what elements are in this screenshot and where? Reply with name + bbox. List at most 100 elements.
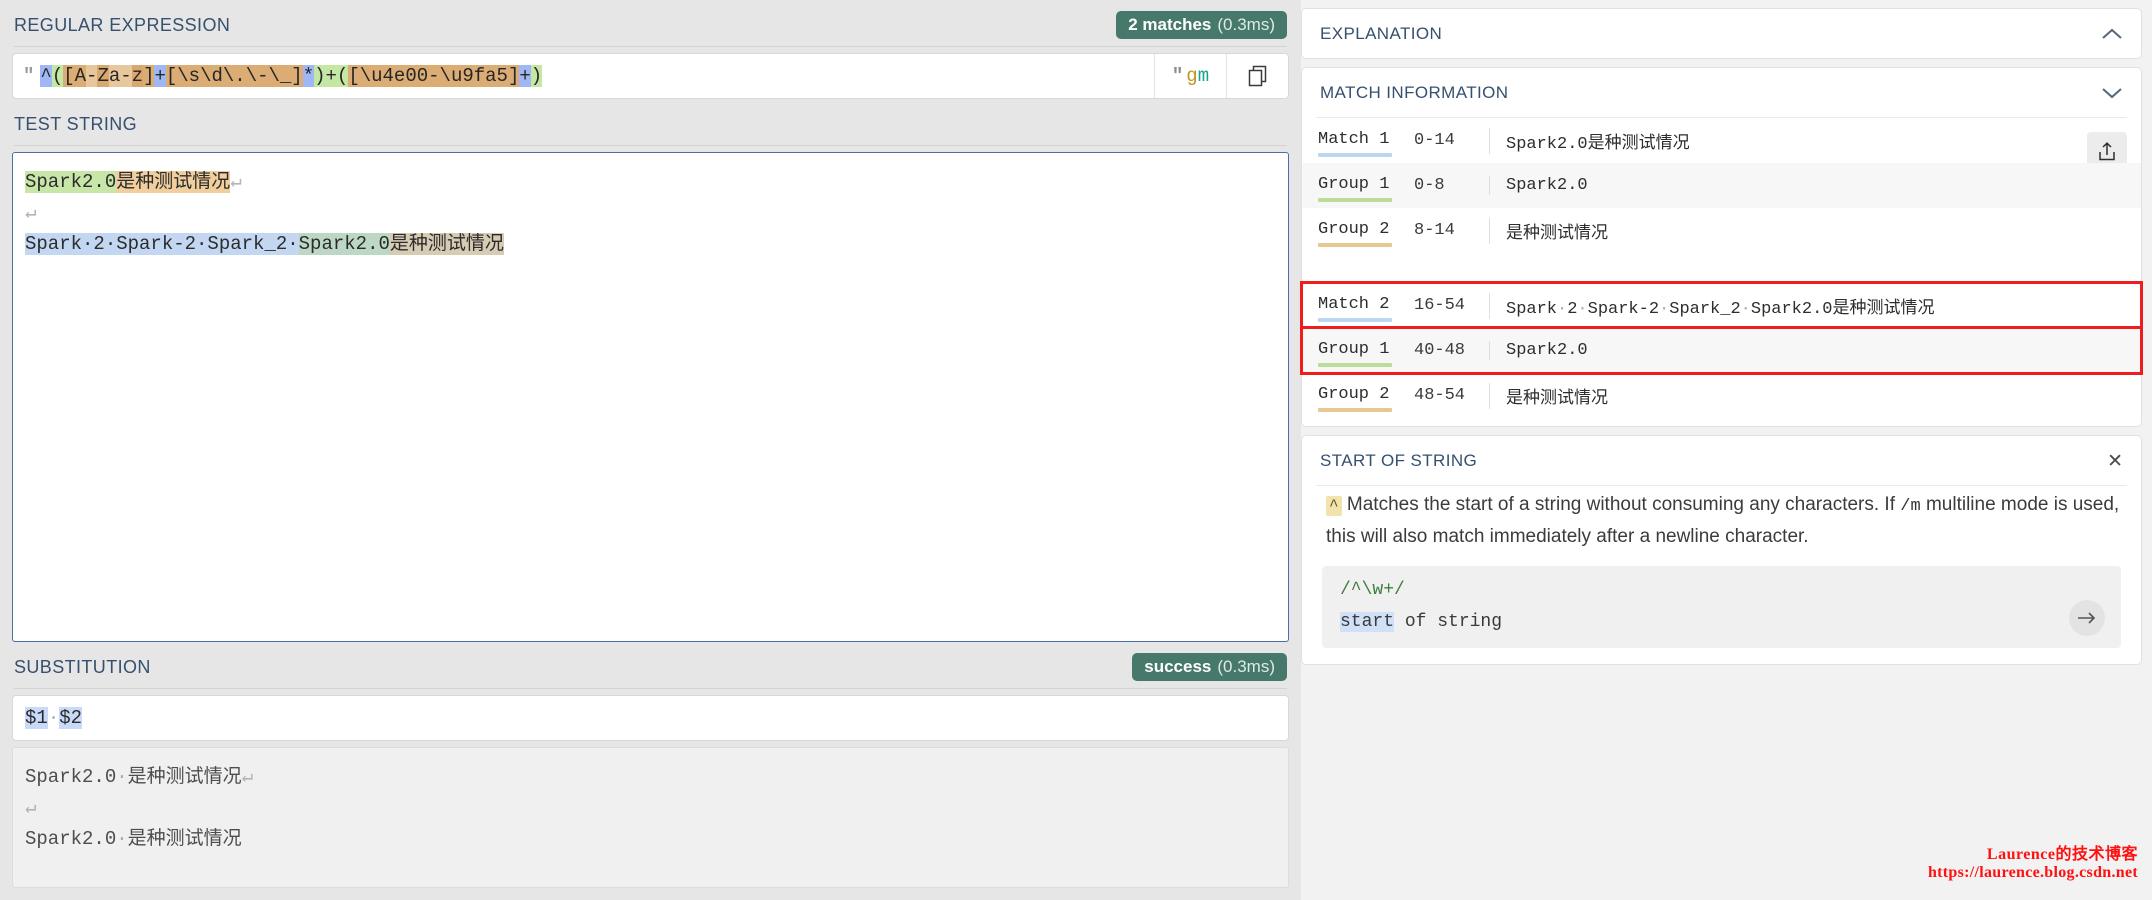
test-line3-group1: Spark2.0 (298, 233, 390, 255)
match-row-value: 是种测试情况 (1489, 382, 2125, 409)
substitution-output-content: Spark2.0·是种测试情况↵ ↵ Spark2.0·是种测试情况 (25, 762, 1276, 855)
sub-out-line1: Spark2.0 (25, 766, 117, 788)
example-output: start of string (1340, 612, 2103, 632)
test-line1-group1: Spark2.0 (25, 171, 117, 193)
explanation-header[interactable]: EXPLANATION (1302, 9, 2141, 58)
test-section-header: TEST STRING (0, 99, 1301, 145)
match-row[interactable]: Match 2 16-54 Spark·2·Spark-2·Spark_2·Spar… (1300, 281, 2143, 330)
sub-out-line1-sep: · (116, 766, 128, 788)
substitution-separator: · (47, 706, 60, 729)
flag-global[interactable]: g (1186, 65, 1197, 87)
match-row-value: Spark2.0 (1489, 176, 2125, 195)
substitution-token-1: $1 (25, 706, 48, 729)
test-string-content[interactable]: Spark2.0是种测试情况↵ ↵ Spark·2·Spark-2·Spark_… (25, 167, 1276, 260)
example-output-rest: of string (1394, 612, 1503, 632)
match-row[interactable]: Group 2 8-14 是种测试情况 (1302, 208, 2141, 253)
sub-out-line1-cjk: 是种测试情况 (127, 766, 242, 788)
watermark-line-2: https://laurence.blog.csdn.net (1927, 864, 2138, 881)
start-of-string-body: ^ Matches the start of a string without … (1302, 486, 2141, 664)
start-of-string-title: START OF STRING (1320, 451, 1478, 470)
test-section-title: TEST STRING (14, 113, 138, 134)
sub-out-line3: Spark2.0 (25, 828, 117, 850)
match-row[interactable]: Group 1 40-48 Spark2.0 (1300, 326, 2143, 375)
desc-code: /m (1900, 497, 1921, 516)
match-row-label: Group 2 (1318, 220, 1414, 247)
desc-part-1: Matches the start of a string without co… (1346, 494, 1901, 515)
substitution-token-2: $2 (59, 706, 83, 729)
right-panel: EXPLANATION MATCH INFORMATION Match 1 0-1… (1300, 0, 2152, 900)
match-row-range: 0-14 (1414, 131, 1455, 150)
match-information-title: MATCH INFORMATION (1320, 83, 1509, 102)
test-line1-pilcrow: ↵ (230, 171, 242, 193)
regex-section-title: REGULAR EXPRESSION (14, 14, 231, 35)
match-row-value: Spark·2·Spark-2·Spark_2·Spark2.0是种测试情况 (1489, 292, 2125, 319)
chevron-down-icon[interactable] (2101, 86, 2123, 100)
substitution-status: success (1144, 657, 1212, 676)
match-row-range: 0-8 (1414, 176, 1445, 195)
chevron-up-icon[interactable] (2101, 27, 2123, 41)
regex-pattern[interactable]: ^([A-Za-z]+[\s\d\.\-\_]*)+([\u4e00-\u9fa… (40, 65, 543, 87)
substitution-output: Spark2.0·是种测试情况↵ ↵ Spark2.0·是种测试情况 (12, 747, 1289, 888)
example-output-match: start (1340, 612, 1395, 632)
flag-multiline[interactable]: m (1198, 65, 1209, 87)
example-regex: /^\w+/ (1340, 580, 1405, 600)
match-row-label: Match 2 (1318, 295, 1414, 322)
regex-divider (14, 46, 1287, 47)
substitution-section-title: SUBSTITUTION (14, 656, 151, 677)
match-row-label: Group 2 (1318, 385, 1414, 412)
match-row-label: Match 1 (1318, 130, 1414, 157)
match-row-value: Spark2.0是种测试情况 (1489, 127, 2125, 154)
match-row-label: Group 1 (1318, 340, 1414, 367)
match-group-gap (1302, 253, 2141, 283)
match-row-range: 8-14 (1414, 221, 1455, 240)
substitution-pattern[interactable]: $1·$2 (25, 703, 83, 734)
explanation-card[interactable]: EXPLANATION (1301, 8, 2142, 59)
match-row-value: Spark2.0 (1489, 341, 2125, 360)
regex-open-quote: " (23, 65, 34, 87)
substitution-section-header: SUBSTITUTION success (0.3ms) (0, 642, 1301, 688)
left-panel: REGULAR EXPRESSION 2 matches (0.3ms) " ^… (0, 0, 1301, 900)
match-row-range: 16-54 (1414, 296, 1466, 315)
sub-out-line2-pilcrow: ↵ (25, 797, 37, 819)
match-row[interactable]: Match 1 0-14 Spark2.0是种测试情况 (1302, 118, 2141, 163)
test-line1-group2: 是种测试情况 (116, 171, 231, 193)
substitution-status-badge: success (0.3ms) (1132, 653, 1287, 681)
regex-section-header: REGULAR EXPRESSION 2 matches (0.3ms) (0, 0, 1301, 46)
test-string-input[interactable]: Spark2.0是种测试情况↵ ↵ Spark·2·Spark-2·Spark_… (12, 152, 1289, 642)
match-information-header[interactable]: MATCH INFORMATION (1302, 68, 2141, 117)
matches-count: 2 matches (1128, 15, 1212, 34)
watermark-line-1: Laurence的技术博客 (1986, 846, 2138, 863)
test-divider (14, 145, 1287, 146)
match-row-value: 是种测试情况 (1489, 217, 2125, 244)
match-information-card: MATCH INFORMATION Match 1 0-14 Spark2.0是种测… (1300, 67, 2143, 427)
match-rows: Match 1 0-14 Spark2.0是种测试情况 Group 1 0-8 Spark… (1300, 118, 2143, 418)
start-of-string-example: /^\w+/ start of string (1322, 566, 2121, 648)
match-row-label: Group 1 (1318, 175, 1414, 202)
copy-icon[interactable] (1226, 54, 1288, 98)
regex-flags[interactable]: " g m (1154, 54, 1226, 98)
substitution-input[interactable]: $1·$2 (12, 695, 1289, 741)
start-of-string-description: ^ Matches the start of a string without … (1322, 490, 2121, 552)
caret-chip: ^ (1326, 496, 1342, 516)
start-of-string-card: START OF STRING ✕ ^ Matches the start of… (1301, 435, 2142, 665)
regex-tester-app: REGULAR EXPRESSION 2 matches (0.3ms) " ^… (0, 0, 2152, 900)
substitution-divider (14, 688, 1287, 689)
close-icon[interactable]: ✕ (2107, 452, 2123, 471)
sub-out-line3-cjk: 是种测试情况 (127, 828, 242, 850)
sub-out-line1-pilcrow: ↵ (241, 766, 254, 788)
match-row-range: 48-54 (1414, 386, 1466, 405)
match-row[interactable]: Group 1 0-8 Spark2.0 (1302, 163, 2141, 208)
regex-input-box[interactable]: " ^([A-Za-z]+[\s\d\.\-\_]*)+([\u4e00-\u9… (12, 53, 1289, 99)
regex-input-inner[interactable]: " ^([A-Za-z]+[\s\d\.\-\_]*)+([\u4e00-\u9… (13, 54, 1154, 98)
test-line3-group2: 是种测试情况 (389, 233, 504, 255)
match-row-range: 40-48 (1414, 341, 1466, 360)
match-row[interactable]: Group 2 48-54 是种测试情况 (1302, 373, 2141, 418)
flags-quote: " (1171, 65, 1183, 87)
matches-time: (0.3ms) (1217, 15, 1275, 34)
explanation-title: EXPLANATION (1320, 24, 1443, 43)
substitution-time: (0.3ms) (1217, 657, 1275, 676)
sub-out-line3-sep: · (116, 828, 128, 850)
arrow-right-icon[interactable] (2069, 600, 2105, 636)
test-line2-pilcrow: ↵ (25, 202, 37, 224)
start-of-string-header: START OF STRING ✕ (1302, 436, 2141, 485)
